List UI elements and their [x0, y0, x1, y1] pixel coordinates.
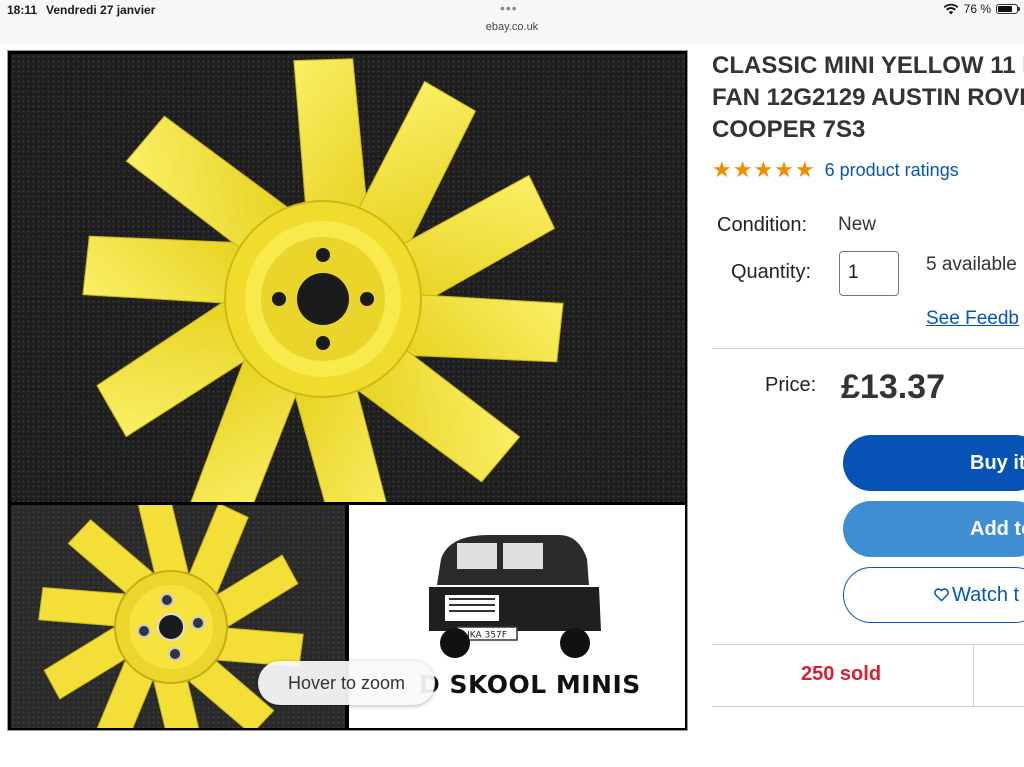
more-dots-icon[interactable]: ••• — [500, 1, 518, 15]
battery-percent: 76 % — [963, 2, 991, 16]
listing-title-line: FAN 12G2129 AUSTIN ROVE — [712, 84, 1024, 111]
condition-label: Condition: — [717, 214, 808, 236]
available-count: 5 available — [926, 254, 1017, 275]
hover-to-zoom-hint: Hover to zoom — [258, 661, 435, 705]
wifi-icon — [943, 3, 958, 15]
fan-image — [82, 58, 564, 542]
see-feedback-link[interactable]: See Feedb — [926, 308, 1019, 330]
listing-title-line: CLASSIC MINI YELLOW 11 E — [712, 52, 1024, 79]
product-image-gallery[interactable]: JKA 357F D SKOOL MINIS — [7, 50, 688, 762]
divider — [712, 644, 1024, 645]
price-value: £13.37 — [841, 368, 945, 406]
license-plate-text: JKA 357F — [466, 631, 507, 641]
product-ratings-link[interactable]: 6 product ratings — [825, 160, 959, 181]
divider — [712, 706, 1024, 707]
listing-title-line: COOPER 7S3 — [712, 116, 866, 143]
address-bar-url[interactable]: ebay.co.uk — [0, 21, 1024, 33]
star-rating-icon: ★★★★★ — [712, 157, 816, 182]
quantity-input[interactable]: 1 — [839, 251, 899, 296]
status-time: 18:11 — [7, 3, 38, 17]
buy-it-now-label: Buy it — [970, 451, 1024, 474]
divider — [712, 348, 1024, 349]
price-label: Price: — [765, 374, 817, 396]
condition-value: New — [838, 214, 877, 235]
watch-button[interactable]: Watch t — [843, 567, 1024, 623]
quantity-label: Quantity: — [731, 261, 812, 283]
add-to-basket-label: Add to b — [970, 517, 1024, 540]
listing-title: CLASSIC MINI YELLOW 11 E FAN 12G2129 AUS… — [712, 50, 1024, 146]
sold-count: 250 sold — [801, 663, 882, 685]
product-rating: ★★★★★ 6 product ratings — [712, 157, 959, 183]
status-date: Vendredi 27 janvier — [46, 3, 156, 17]
heart-icon — [934, 588, 949, 602]
divider — [973, 645, 974, 706]
shop-name-text: D SKOOL MINIS — [419, 670, 641, 699]
battery-icon — [996, 4, 1020, 14]
main-product-image[interactable] — [11, 54, 685, 542]
status-bar: 18:11 Vendredi 27 janvier ••• ebay.co.uk… — [0, 0, 1024, 44]
status-indicators: 76 % — [943, 2, 1020, 16]
buy-it-now-button[interactable]: Buy it — [843, 435, 1024, 491]
add-to-basket-button[interactable]: Add to b — [843, 501, 1024, 557]
watch-label: Watch t — [952, 583, 1020, 606]
